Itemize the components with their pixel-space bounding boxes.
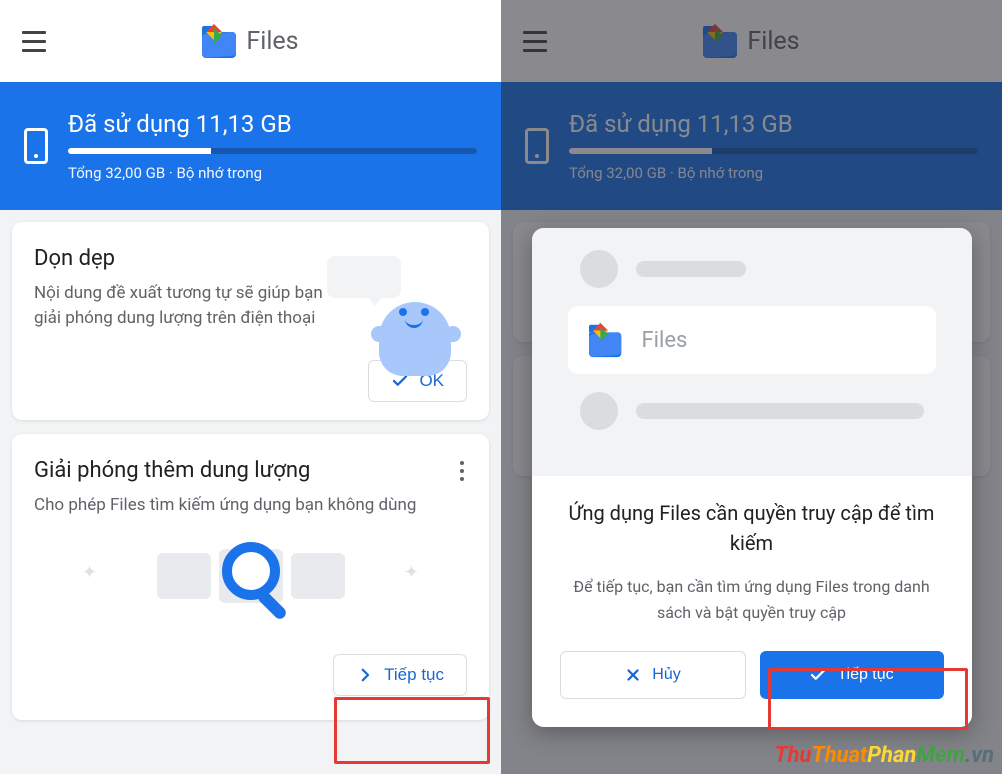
ghost-mascot-icon	[369, 280, 461, 376]
menu-icon[interactable]	[22, 31, 46, 52]
modal-continue-label: Tiếp tục	[837, 666, 893, 684]
chevron-right-icon	[356, 666, 374, 684]
storage-used-label: Đã sử dụng 11,13 GB	[68, 110, 477, 138]
watermark: ThuThuatPhanMem.vn	[774, 743, 994, 768]
cleanup-card-text: Nội dung đề xuất tương tự sẽ giúp bạn gi…	[34, 281, 344, 330]
close-icon	[624, 666, 642, 684]
cancel-button-label: Hủy	[652, 666, 680, 684]
cleanup-card-title: Dọn dẹp	[34, 246, 467, 271]
modal-hero-app-label: Files	[642, 328, 688, 353]
storage-progress-fill	[68, 148, 211, 154]
screenshot-right: Files Đã sử dụng 11,13 GB Tổng 32,00 GB …	[501, 0, 1002, 774]
storage-total-label: Tổng 32,00 GB · Bộ nhớ trong	[68, 164, 477, 182]
free-space-text: Cho phép Files tìm kiếm ứng dụng bạn khô…	[34, 493, 454, 518]
magnifier-icon	[222, 542, 280, 600]
cleanup-card: Dọn dẹp Nội dung đề xuất tương tự sẽ giú…	[12, 222, 489, 420]
modal-hero-illustration: Files	[532, 228, 972, 476]
files-logo-icon	[202, 24, 236, 58]
storage-banner: Đã sử dụng 11,13 GB Tổng 32,00 GB · Bộ n…	[0, 82, 501, 210]
free-space-title: Giải phóng thêm dung lượng	[34, 458, 467, 483]
modal-title: Ứng dụng Files cần quyền truy cập để tìm…	[532, 476, 972, 566]
search-illustration-icon: ✦ ✦	[34, 528, 467, 624]
check-icon	[809, 666, 827, 684]
modal-text: Để tiếp tục, bạn cần tìm ứng dụng Files …	[532, 566, 972, 629]
permission-modal: Files Ứng dụng Files cần quyền truy cập …	[532, 228, 972, 727]
continue-button-label: Tiếp tục	[384, 665, 444, 685]
cancel-button[interactable]: Hủy	[560, 651, 746, 699]
free-space-card: Giải phóng thêm dung lượng Cho phép File…	[12, 434, 489, 720]
modal-continue-button[interactable]: Tiếp tục	[760, 651, 944, 699]
files-logo-icon	[589, 323, 627, 357]
screenshot-left: Files Đã sử dụng 11,13 GB Tổng 32,00 GB …	[0, 0, 501, 774]
app-title: Files	[246, 27, 298, 56]
app-header: Files	[0, 0, 501, 82]
device-icon	[24, 128, 48, 164]
kebab-icon[interactable]	[455, 456, 469, 486]
storage-progress	[68, 148, 477, 154]
continue-button[interactable]: Tiếp tục	[333, 654, 467, 696]
